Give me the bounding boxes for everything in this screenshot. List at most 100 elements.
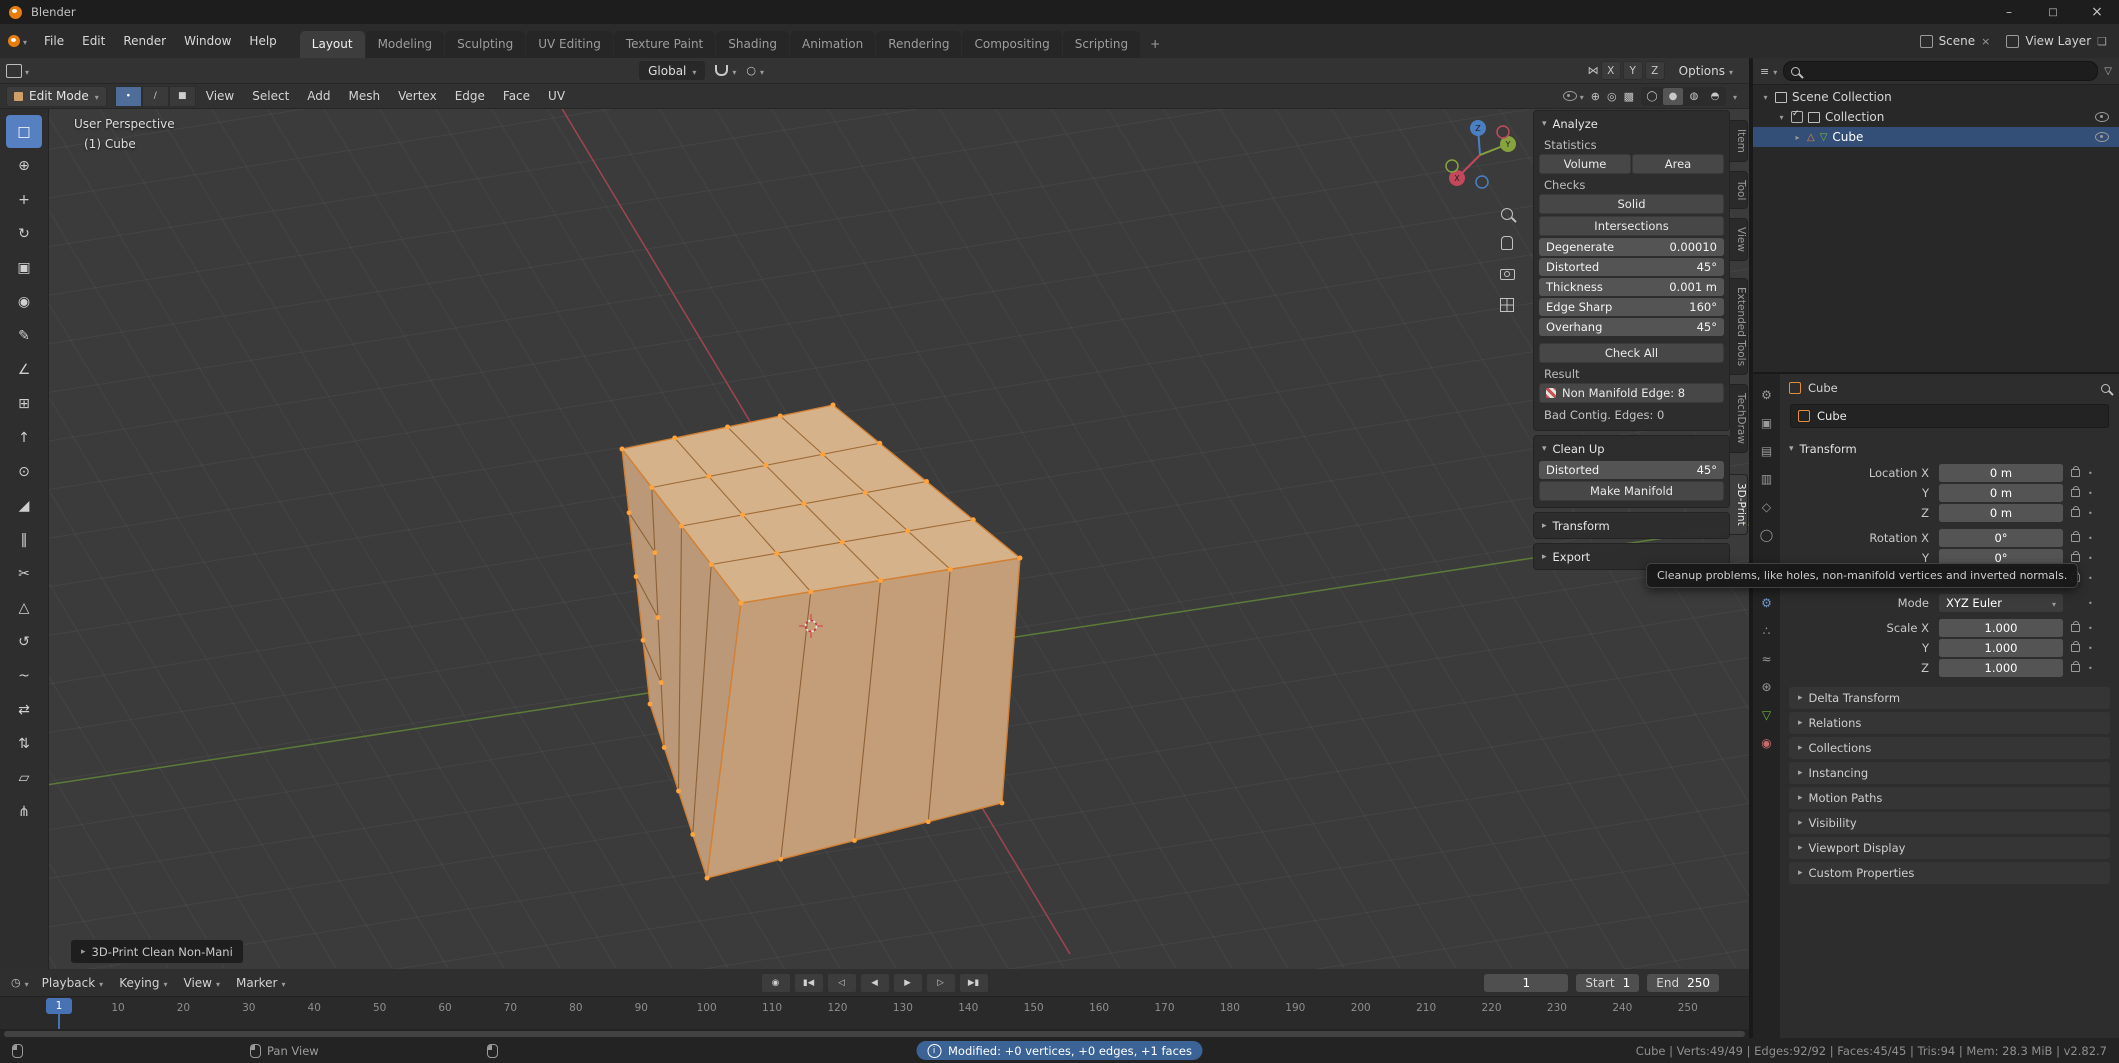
tab-shading[interactable]: Shading	[716, 31, 789, 58]
transport-button[interactable]: ◉	[761, 973, 791, 993]
toolbar-tool[interactable]: ∠	[6, 353, 42, 386]
sidebar-tab-3d-print[interactable]: 3D-Print	[1730, 474, 1748, 535]
zoom-button[interactable]	[1496, 203, 1518, 225]
overlays-toggle[interactable]: ◎	[1607, 90, 1617, 103]
tab-layout[interactable]: Layout	[300, 31, 365, 58]
mirror-z-toggle[interactable]: Z	[1645, 61, 1665, 80]
menu-keying[interactable]: Keying	[111, 976, 175, 990]
menu-edge[interactable]: Edge	[447, 89, 493, 103]
intersections-check-button[interactable]: Intersections	[1539, 216, 1724, 236]
properties-tab-view-layer[interactable]: ▥	[1753, 468, 1780, 489]
transform-panel-header[interactable]: Transform	[1539, 515, 1724, 536]
number-field[interactable]: 1.000	[1939, 619, 2063, 637]
toolbar-tool[interactable]: ◉	[6, 285, 42, 318]
tab-texture-paint[interactable]: Texture Paint	[614, 31, 715, 58]
menu-file[interactable]: File	[35, 34, 73, 48]
timeline-ruler[interactable]: 1020304050607080901001101201301401501601…	[0, 997, 1749, 1039]
menu-mesh[interactable]: Mesh	[341, 89, 389, 103]
toolbar-tool[interactable]: ↻	[6, 217, 42, 250]
analyze-panel-header[interactable]: Analyze	[1539, 113, 1724, 134]
properties-tab-world[interactable]: ◯	[1753, 524, 1780, 545]
menu-face[interactable]: Face	[495, 89, 538, 103]
toolbar-tool[interactable]: ◢	[6, 489, 42, 522]
tab-uv-editing[interactable]: UV Editing	[526, 31, 613, 58]
editor-type-button[interactable]	[6, 64, 29, 78]
add-workspace-button[interactable]: +	[1141, 31, 1169, 58]
timeline-editor-type-button[interactable]: ◷	[6, 976, 34, 990]
animate-dot-icon[interactable]	[2088, 534, 2093, 543]
exclude-checkbox[interactable]	[1791, 111, 1803, 123]
tab-sculpting[interactable]: Sculpting	[445, 31, 525, 58]
viewport-canvas[interactable]: ZYX User Perspective (1) Cube □ ⊕ + ↻ ▣ …	[0, 108, 1749, 969]
pan-button[interactable]	[1496, 232, 1518, 254]
copy-view-layer-icon[interactable]: ❏	[2097, 35, 2107, 48]
lock-icon[interactable]	[2071, 469, 2080, 477]
menu-uv[interactable]: UV	[540, 89, 573, 103]
wireframe-shading-button[interactable]: ◯	[1642, 88, 1662, 105]
app-menu-button[interactable]	[0, 34, 35, 48]
menu-view[interactable]: View	[198, 89, 242, 103]
mode-dropdown[interactable]: Edit Mode	[6, 86, 107, 107]
menu-help[interactable]: Help	[240, 34, 285, 48]
hide-eye-icon[interactable]	[2095, 112, 2109, 122]
collapsed-section-header[interactable]: Collections	[1789, 737, 2110, 759]
number-field[interactable]: 0 m	[1939, 464, 2063, 482]
properties-tab-output[interactable]: ▤	[1753, 440, 1780, 461]
collapsed-section-header[interactable]: Delta Transform	[1789, 687, 2110, 709]
expand-icon[interactable]: ▾	[1761, 93, 1770, 102]
tab-scripting[interactable]: Scripting	[1063, 31, 1140, 58]
material-shading-button[interactable]: ◍	[1684, 88, 1704, 105]
sidebar-tab-view[interactable]: View	[1730, 218, 1748, 261]
cleanup-distorted-row[interactable]: Distorted45°	[1539, 461, 1724, 479]
options-dropdown[interactable]: Options	[1679, 64, 1733, 78]
collapsed-section-header[interactable]: Instancing	[1789, 762, 2110, 784]
lock-icon[interactable]	[2071, 489, 2080, 497]
animate-dot-icon[interactable]	[2088, 599, 2093, 608]
scrollbar-thumb[interactable]	[4, 1031, 1745, 1037]
menu-playback[interactable]: Playback	[34, 976, 112, 990]
properties-tab-physics[interactable]: ≈	[1753, 648, 1780, 669]
toolbar-tool[interactable]: ⇄	[6, 693, 42, 726]
lock-icon[interactable]	[2071, 554, 2080, 562]
current-frame-field[interactable]: 1	[1484, 974, 1568, 992]
mirror-x-toggle[interactable]: X	[1601, 61, 1621, 80]
xray-toggle[interactable]: ▩	[1624, 90, 1634, 103]
outliner-editor-type-button[interactable]: ≡	[1760, 64, 1777, 78]
rotation-mode-dropdown[interactable]: XYZ Euler	[1939, 594, 2063, 612]
transport-button[interactable]: ▶▮	[959, 973, 989, 993]
solid-check-button[interactable]: Solid	[1539, 194, 1724, 214]
menu-vertex[interactable]: Vertex	[390, 89, 445, 103]
start-frame-field[interactable]: Start1	[1576, 974, 1639, 992]
collapsed-section-header[interactable]: Relations	[1789, 712, 2110, 734]
playhead-line[interactable]	[58, 1014, 60, 1029]
object-name-field[interactable]: Cube	[1790, 404, 2109, 428]
search-icon[interactable]	[2101, 384, 2110, 393]
lock-icon[interactable]	[2071, 664, 2080, 672]
lock-icon[interactable]	[2071, 624, 2080, 632]
properties-tab-data[interactable]: ▽	[1753, 704, 1780, 725]
properties-tab-material[interactable]: ◉	[1753, 732, 1780, 753]
filter-icon[interactable]: ▽	[2104, 66, 2112, 77]
proportional-editing-controls[interactable]: ○	[746, 64, 764, 78]
vertex-select-button[interactable]: ∙	[115, 86, 142, 107]
collapsed-section-header[interactable]: Motion Paths	[1789, 787, 2110, 809]
edge-select-button[interactable]: /	[142, 86, 169, 107]
outliner-item-cube[interactable]: ▸ △ ▽ Cube	[1753, 127, 2119, 147]
menu-edit[interactable]: Edit	[73, 34, 114, 48]
camera-view-button[interactable]	[1496, 263, 1518, 285]
animate-dot-icon[interactable]	[2088, 489, 2093, 498]
properties-tab-modifiers[interactable]: ⚙	[1753, 592, 1780, 613]
properties-tab-particles[interactable]: ∴	[1753, 620, 1780, 641]
toolbar-tool[interactable]: □	[6, 115, 42, 148]
outliner-search-input[interactable]	[1783, 61, 2098, 81]
number-field[interactable]: 0°	[1939, 529, 2063, 547]
sidebar-tab-tool[interactable]: Tool	[1730, 171, 1748, 209]
check-slider-row[interactable]: Distorted45°	[1539, 258, 1724, 276]
gizmos-toggle[interactable]: ⊕	[1591, 90, 1600, 103]
toolbar-tool[interactable]: +	[6, 183, 42, 216]
lock-icon[interactable]	[2071, 644, 2080, 652]
toolbar-tool[interactable]: ✎	[6, 319, 42, 352]
toolbar-tool[interactable]: ⊙	[6, 455, 42, 488]
animate-dot-icon[interactable]	[2088, 574, 2093, 583]
rendered-shading-button[interactable]: ◓	[1705, 88, 1725, 105]
